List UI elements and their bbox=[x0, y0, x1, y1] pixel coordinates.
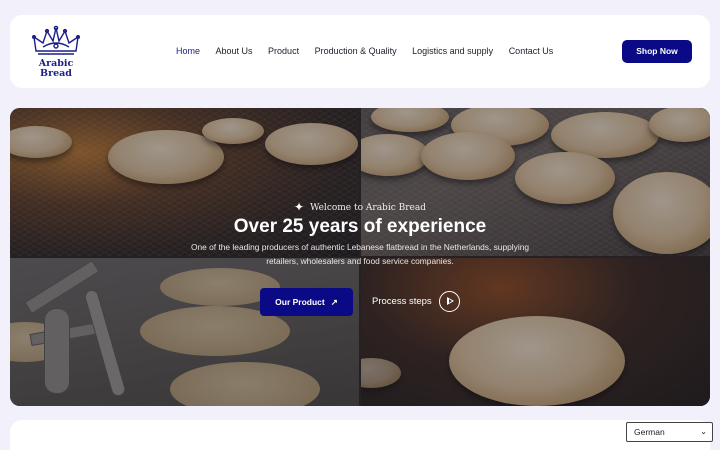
hero-welcome: ✦ Welcome to Arabic Bread bbox=[10, 200, 710, 214]
nav-production-quality[interactable]: Production & Quality bbox=[315, 45, 397, 57]
hero-welcome-text: Welcome to Arabic Bread bbox=[310, 203, 426, 213]
hero-description: One of the leading producers of authenti… bbox=[180, 241, 540, 268]
language-select[interactable]: German ⌄ bbox=[626, 422, 713, 442]
nav-logistics-supply[interactable]: Logistics and supply bbox=[412, 45, 493, 57]
chevron-down-icon: ⌄ bbox=[700, 427, 707, 436]
play-circle-icon[interactable] bbox=[439, 291, 460, 312]
brand-name: Arabic Bread bbox=[29, 59, 83, 79]
hero-description-line2: retailers, wholesalers and food service … bbox=[266, 255, 454, 266]
language-select-value: German bbox=[634, 427, 665, 437]
process-steps-link[interactable]: Process steps bbox=[372, 292, 432, 312]
sparkle-icon: ✦ bbox=[294, 200, 305, 214]
nav-about-us[interactable]: About Us bbox=[216, 45, 253, 57]
next-section-card bbox=[10, 420, 710, 450]
hero-title: Over 25 years of experience bbox=[233, 216, 487, 237]
our-product-label: Our Product bbox=[275, 297, 325, 307]
nav-home[interactable]: Home bbox=[176, 45, 200, 57]
nav-product[interactable]: Product bbox=[268, 45, 299, 57]
shop-now-button[interactable]: Shop Now bbox=[622, 40, 692, 63]
crown-logo-icon bbox=[32, 25, 81, 55]
site-header: Arabic Bread Home About Us Product Produ… bbox=[10, 15, 710, 88]
brand-name-line2: Bread bbox=[40, 68, 72, 79]
main-nav: Home About Us Product Production & Quali… bbox=[176, 45, 569, 57]
brand-logo[interactable]: Arabic Bread bbox=[29, 25, 83, 80]
hero-banner: ✦ Welcome to Arabic Bread Over 25 years o… bbox=[10, 108, 710, 406]
our-product-button[interactable]: Our Product ↗ bbox=[260, 288, 353, 316]
nav-contact-us[interactable]: Contact Us bbox=[509, 45, 554, 57]
arrow-up-right-icon: ↗ bbox=[330, 297, 338, 307]
hero-description-line1: One of the leading producers of authenti… bbox=[190, 242, 530, 252]
